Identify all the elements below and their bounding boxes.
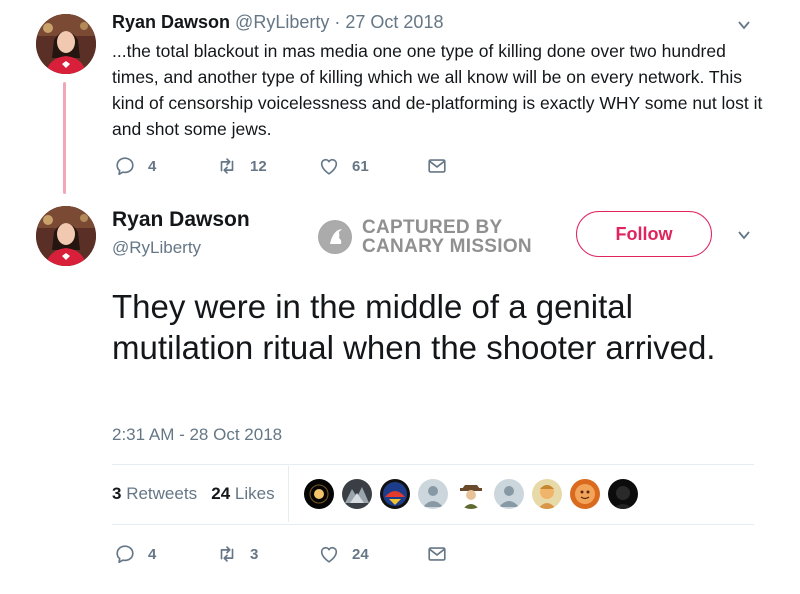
like-button[interactable]: 61 [318,155,426,177]
retweet-icon [220,546,234,562]
author-name[interactable]: Ryan Dawson [112,12,230,32]
reply-button[interactable]: 4 [114,543,216,565]
liker-avatar[interactable] [418,479,448,509]
retweet-icon [220,158,234,174]
thread-line [63,82,66,194]
follow-button[interactable]: Follow [576,211,712,257]
tweet-date[interactable]: 27 Oct 2018 [345,12,443,32]
reply-button[interactable]: 4 [114,155,216,177]
tweet-timestamp[interactable]: 2:31 AM - 28 Oct 2018 [112,425,282,445]
retweets-label: Retweets [126,484,198,503]
like-icon [320,546,338,563]
avatar[interactable] [36,206,96,266]
reply-icon [116,545,134,564]
liker-avatar[interactable] [342,479,372,509]
liker-avatar[interactable] [570,479,600,509]
dm-icon [428,547,446,561]
author-name[interactable]: Ryan Dawson [112,208,250,232]
divider [112,464,754,465]
retweet-button[interactable]: 12 [216,155,318,177]
avatar[interactable] [36,14,96,74]
liker-avatar[interactable] [608,479,638,509]
retweets-stat[interactable]: 3 Retweets [112,484,197,503]
liker-avatar[interactable] [304,479,334,509]
reply-count: 4 [148,157,157,175]
liker-avatars [304,479,646,509]
liker-avatar[interactable] [456,479,486,509]
tweet-actions: 4 3 24 [114,543,448,565]
separator: · [334,12,341,32]
watermark: CAPTURED BY CANARY MISSION [318,218,532,256]
liker-avatar[interactable] [532,479,562,509]
like-count: 61 [352,157,369,175]
likes-stat[interactable]: 24 Likes [211,484,274,503]
retweet-button[interactable]: 3 [216,543,318,565]
tweet-actions: 4 12 61 [114,155,448,177]
tweet-text: They were in the middle of a genital mut… [112,288,716,366]
dm-button[interactable] [426,543,448,565]
canary-logo-icon [318,220,352,254]
retweet-count: 12 [250,157,267,175]
like-icon [320,158,338,175]
tweet-header: Ryan Dawson @RyLiberty · 27 Oct 2018 [112,12,443,33]
watermark-line-1: CAPTURED BY [362,217,503,238]
retweets-number: 3 [112,484,122,503]
reply-count: 4 [148,545,157,563]
author-handle[interactable]: @RyLiberty [112,238,201,258]
liker-avatar[interactable] [380,479,410,509]
watermark-line-2: CANARY MISSION [362,236,532,257]
stats-separator [288,466,289,522]
dm-icon [428,159,446,173]
like-count: 24 [352,545,369,563]
caret-down-icon[interactable] [737,228,751,242]
caret-down-icon[interactable] [737,18,751,32]
divider [112,524,754,525]
liker-avatar[interactable] [494,479,524,509]
likes-label: Likes [234,484,275,503]
reply-icon [116,157,134,176]
engagement-stats: 3 Retweets 24 Likes [112,484,275,504]
retweet-count: 3 [250,545,259,563]
likes-number: 24 [211,484,231,503]
dm-button[interactable] [426,155,448,177]
like-button[interactable]: 24 [318,543,426,565]
author-handle[interactable]: @RyLiberty [235,12,329,32]
tweet-text: ...the total blackout in mas media one o… [112,41,763,139]
